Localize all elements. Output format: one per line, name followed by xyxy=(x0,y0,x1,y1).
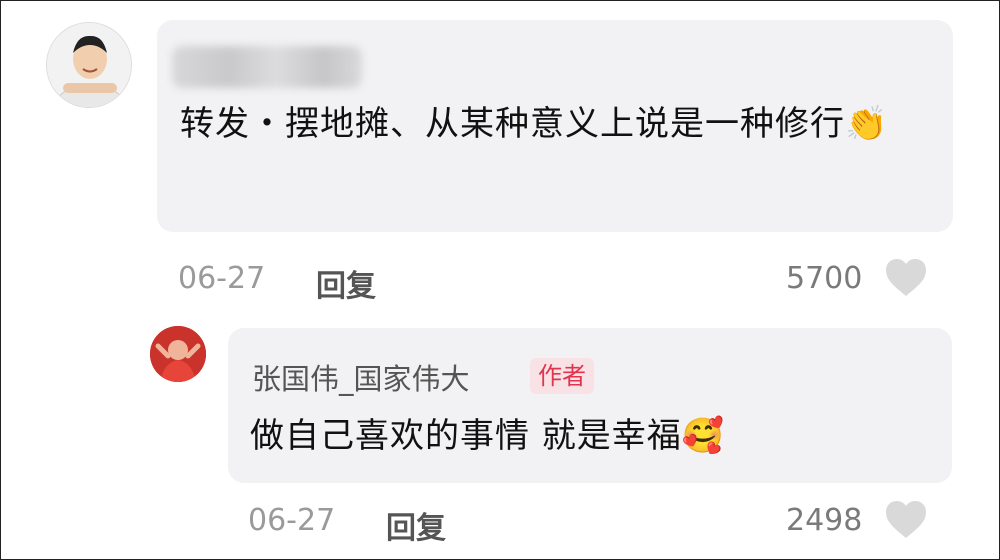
heart-icon[interactable] xyxy=(884,258,928,298)
heart-icon[interactable] xyxy=(884,500,928,540)
commenter-name-blurred xyxy=(172,46,362,88)
author-avatar[interactable] xyxy=(150,326,206,382)
commenter-avatar-image xyxy=(47,23,131,107)
reply-text-content: 做自己喜欢的事情 就是幸福 xyxy=(250,416,682,456)
comment-reply-button[interactable]: 回复 xyxy=(316,261,376,305)
comment-like-count: 5700 xyxy=(786,261,863,296)
author-badge: 作者 xyxy=(530,358,594,394)
commenter-avatar[interactable] xyxy=(46,22,132,108)
author-username[interactable]: 张国伟_国家伟大 xyxy=(252,356,470,398)
reply-bubble xyxy=(228,328,952,483)
comment-text-content: 转发・摆地摊、从某种意义上说是一种修行 xyxy=(180,104,845,144)
clapping-hands-icon: 👏 xyxy=(845,104,889,144)
comment-text: 转发・摆地摊、从某种意义上说是一种修行👏 xyxy=(180,98,940,150)
reply-reply-button[interactable]: 回复 xyxy=(386,503,446,547)
reply-like-count: 2498 xyxy=(786,503,863,538)
comment-date: 06-27 xyxy=(178,261,266,296)
reply-date: 06-27 xyxy=(248,503,336,538)
reply-text: 做自己喜欢的事情 就是幸福🥰 xyxy=(250,408,725,457)
author-avatar-image xyxy=(150,326,206,382)
smiling-face-with-hearts-icon: 🥰 xyxy=(681,416,726,456)
